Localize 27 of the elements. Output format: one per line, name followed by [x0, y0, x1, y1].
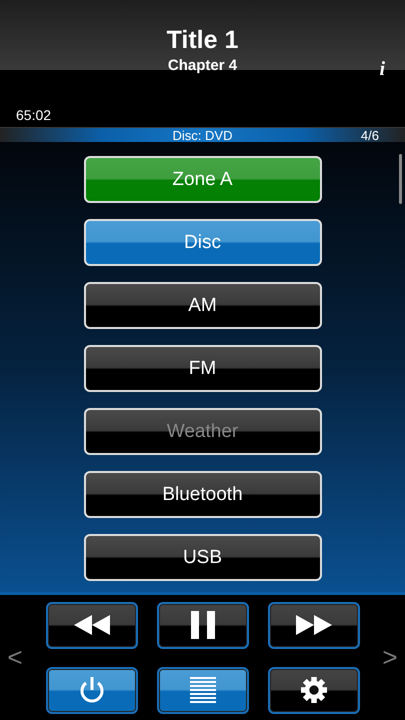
power-icon: [78, 676, 104, 704]
elapsed-time: 65:02: [16, 107, 52, 123]
info-button[interactable]: i: [379, 58, 385, 80]
next-page-button[interactable]: >: [375, 642, 405, 673]
pause-icon: [190, 611, 214, 639]
source-button[interactable]: FM: [84, 345, 322, 392]
title-text: Title 1: [166, 26, 238, 54]
previous-page-button[interactable]: <: [0, 642, 30, 673]
chapter-text: Chapter 4: [168, 57, 238, 75]
source-button[interactable]: AM: [84, 282, 322, 329]
fast-forward-icon: [296, 615, 332, 635]
source-button[interactable]: Bluetooth: [84, 471, 322, 518]
forward-button[interactable]: [268, 602, 360, 648]
source-button[interactable]: Disc: [84, 219, 322, 266]
rewind-icon: [74, 615, 110, 635]
source-label: Disc: DVD: [172, 128, 232, 142]
scroll-bar: [399, 154, 402, 204]
source-button[interactable]: Zone A: [84, 156, 322, 203]
menu-icon: [190, 677, 216, 703]
pause-button[interactable]: [156, 602, 248, 648]
menu-button[interactable]: [156, 666, 248, 714]
settings-icon: [300, 677, 326, 703]
page-position: 4/6: [360, 128, 379, 142]
rewind-button[interactable]: [46, 602, 138, 648]
source-button[interactable]: USB: [84, 534, 322, 581]
settings-button[interactable]: [268, 666, 360, 714]
power-button[interactable]: [46, 666, 138, 714]
